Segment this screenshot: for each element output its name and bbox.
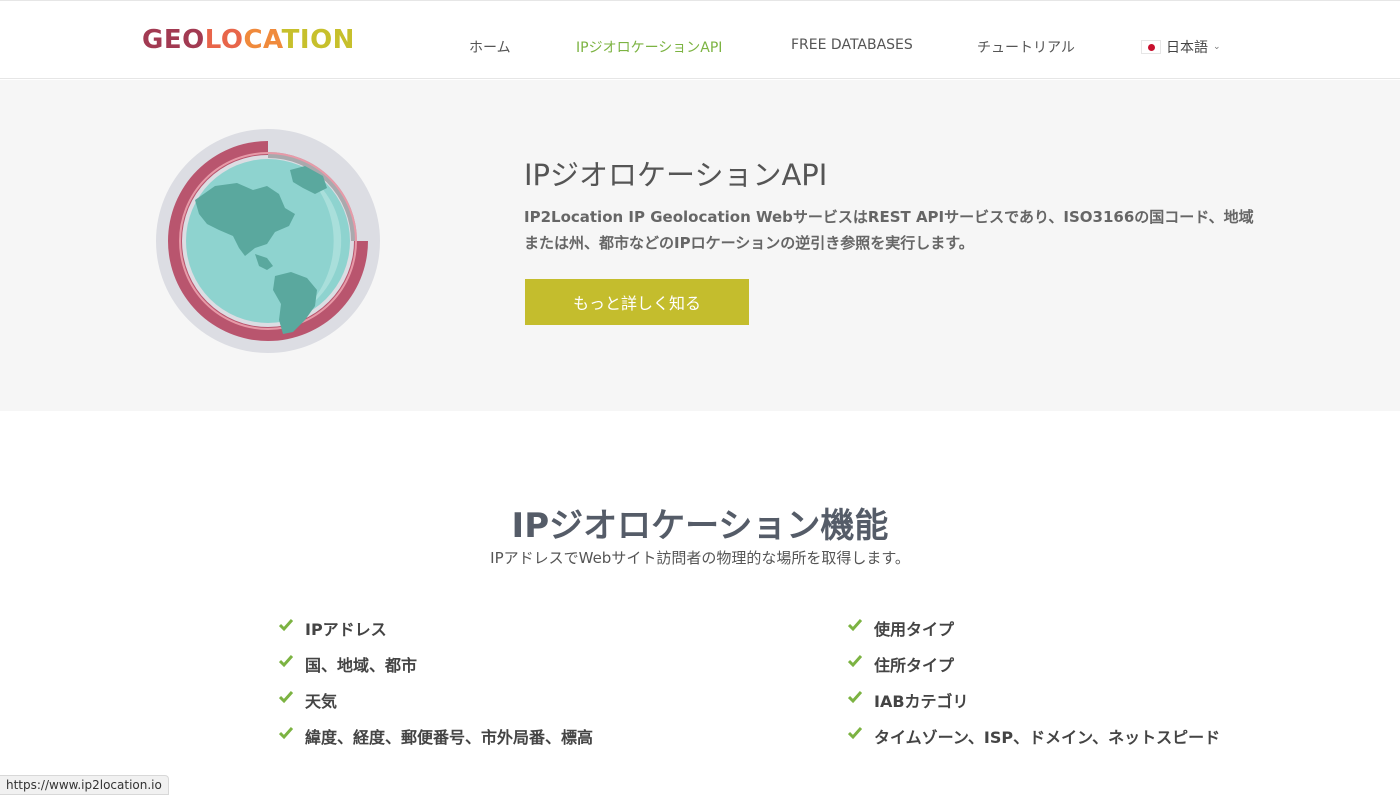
feature-item: 緯度、経度、郵便番号、市外局番、標高 bbox=[279, 718, 593, 754]
logo-part-tion: TION bbox=[281, 25, 355, 55]
features-list-left: IPアドレス 国、地域、都市 天気 緯度、経度、郵便番号、市外局番、標高 bbox=[279, 610, 593, 754]
japan-flag-icon bbox=[1141, 40, 1161, 54]
feature-label: IPアドレス bbox=[305, 620, 387, 639]
logo-part-lo: LO bbox=[204, 25, 244, 55]
feature-item: IPアドレス bbox=[279, 610, 593, 646]
feature-label: 国、地域、都市 bbox=[305, 656, 418, 675]
check-icon bbox=[279, 727, 293, 740]
feature-label: 使用タイプ bbox=[874, 620, 955, 639]
nav-item-free-databases[interactable]: FREE DATABASES bbox=[791, 37, 913, 53]
feature-item: 天気 bbox=[279, 682, 593, 718]
feature-label: タイムゾーン、ISP、ドメイン、ネットスピード bbox=[874, 728, 1221, 747]
features-subtitle: IPアドレスでWebサイト訪問者の物理的な場所を取得します。 bbox=[490, 549, 910, 567]
site-header: GEOLOCATION ホーム IPジオロケーションAPI FREE DATAB… bbox=[0, 0, 1400, 79]
features-list-right: 使用タイプ 住所タイプ IABカテゴリ タイムゾーン、ISP、ドメイン、ネットス… bbox=[848, 610, 1220, 754]
language-selector[interactable]: 日本語 ⌄ bbox=[1141, 37, 1221, 57]
hero-title: IPジオロケーションAPI bbox=[524, 158, 828, 192]
language-label: 日本語 bbox=[1166, 40, 1208, 56]
hero-description: IP2Location IP Geolocation WebサービスはREST … bbox=[524, 208, 1254, 252]
logo-part-ca: CA bbox=[243, 25, 282, 55]
feature-item: 住所タイプ bbox=[848, 646, 1220, 682]
hero-section: IPジオロケーションAPI IP2Location IP Geolocation… bbox=[0, 80, 1400, 411]
feature-item: 使用タイプ bbox=[848, 610, 1220, 646]
feature-label: IABカテゴリ bbox=[874, 692, 969, 711]
nav-item-tutorials[interactable]: チュートリアル bbox=[977, 37, 1075, 57]
feature-label: 住所タイプ bbox=[874, 656, 955, 675]
chevron-down-icon: ⌄ bbox=[1213, 42, 1221, 52]
feature-label: 天気 bbox=[305, 692, 338, 711]
check-icon bbox=[279, 691, 293, 704]
browser-status-url: https://www.ip2location.io bbox=[0, 775, 169, 795]
feature-label: 緯度、経度、郵便番号、市外局番、標高 bbox=[305, 728, 594, 747]
check-icon bbox=[279, 655, 293, 668]
feature-item: タイムゾーン、ISP、ドメイン、ネットスピード bbox=[848, 718, 1220, 754]
globe-icon bbox=[156, 129, 380, 353]
learn-more-button[interactable]: もっと詳しく知る bbox=[525, 279, 749, 325]
nav-item-home[interactable]: ホーム bbox=[469, 37, 511, 57]
feature-item: 国、地域、都市 bbox=[279, 646, 593, 682]
check-icon bbox=[848, 691, 862, 704]
check-icon bbox=[848, 727, 862, 740]
site-logo[interactable]: GEOLOCATION bbox=[142, 25, 355, 55]
feature-item: IABカテゴリ bbox=[848, 682, 1220, 718]
logo-part-geo: GEO bbox=[142, 25, 205, 55]
nav-item-ip-geolocation-api[interactable]: IPジオロケーションAPI bbox=[576, 37, 722, 57]
features-title: IPジオロケーション機能 bbox=[511, 506, 889, 546]
check-icon bbox=[279, 619, 293, 632]
check-icon bbox=[848, 619, 862, 632]
check-icon bbox=[848, 655, 862, 668]
